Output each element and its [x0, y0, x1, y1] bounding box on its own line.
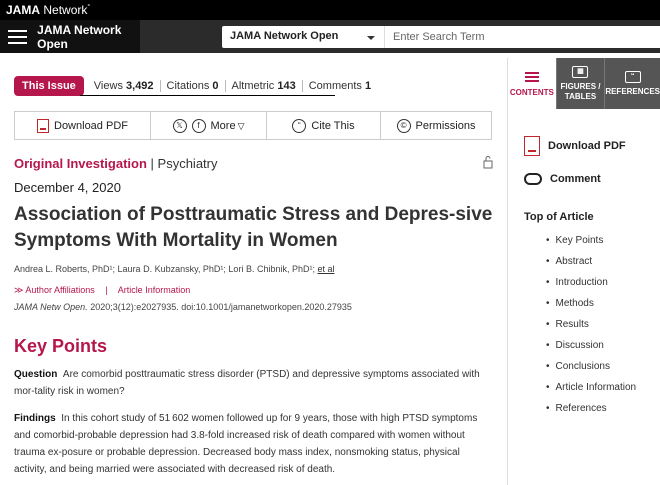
article-kicker: Original Investigation | Psychiatry	[14, 156, 218, 171]
sidebar-download-pdf[interactable]: Download PDF	[524, 136, 626, 156]
main-navbar: JAMA Network Open JAMA Network Open	[0, 20, 660, 53]
comments-metric[interactable]: Comments 1	[301, 80, 377, 92]
pdf-icon	[524, 136, 540, 156]
article-title: Association of Posttraumatic Stress and …	[14, 204, 493, 251]
chevron-down-icon: ▽	[237, 120, 245, 131]
views-metric[interactable]: Views 3,492	[94, 80, 160, 92]
more-button[interactable]: More ▽	[211, 120, 245, 132]
affiliation-links: ≫ Author Affiliations | Article Informat…	[14, 285, 191, 295]
article-type-link[interactable]: Original Investigation	[14, 156, 147, 171]
list-icon	[524, 70, 539, 84]
toc-item-key-points[interactable]: Key Points	[546, 233, 636, 254]
facebook-icon[interactable]: f	[191, 118, 206, 133]
toc-item-methods[interactable]: Methods	[546, 296, 636, 317]
article-metrics: This Issue Views 3,492 Citations 0 Altme…	[14, 76, 377, 96]
toc-heading: Top of Article	[524, 211, 594, 223]
article-information-link[interactable]: Article Information	[118, 285, 191, 295]
publication-date: December 4, 2020	[14, 180, 121, 195]
article-toolbar: Download PDF 𝕏 f More ▽ “ Cite This © Per…	[14, 111, 492, 140]
toc-item-results[interactable]: Results	[546, 317, 636, 338]
citation-line: JAMA Netw Open. 2020;3(12):e2027935. doi…	[14, 302, 352, 312]
cite-this-button[interactable]: “ Cite This	[267, 112, 381, 139]
toc-item-conclusions[interactable]: Conclusions	[546, 359, 636, 380]
quote-icon: “	[292, 118, 307, 133]
citations-metric[interactable]: Citations 0	[159, 80, 225, 92]
sidebar-divider	[507, 58, 508, 485]
sidebar-comment[interactable]: Comment	[524, 173, 601, 185]
altmetric-metric[interactable]: Altmetric 143	[224, 80, 302, 92]
journal-select[interactable]: JAMA Network Open	[222, 26, 384, 48]
this-issue-button[interactable]: This Issue	[14, 76, 84, 96]
journal-logo[interactable]: JAMA Network Open	[37, 23, 140, 51]
toc-item-introduction[interactable]: Introduction	[546, 275, 636, 296]
et-al-link[interactable]: et al	[317, 264, 334, 274]
tab-figures-tables[interactable]: ▦ FIGURES / TABLES	[555, 58, 605, 109]
pdf-icon	[37, 118, 49, 133]
chevron-down-icon	[367, 36, 375, 40]
toc-item-discussion[interactable]: Discussion	[546, 338, 636, 359]
permissions-button[interactable]: © Permissions	[381, 112, 491, 139]
tab-contents[interactable]: CONTENTS	[508, 58, 556, 109]
toc-item-abstract[interactable]: Abstract	[546, 254, 636, 275]
journal-block: JAMA Network Open	[0, 20, 140, 53]
unlock-icon	[483, 156, 493, 169]
tab-references[interactable]: “ REFERENCES	[604, 58, 660, 109]
key-points-question: Question Are comorbid posttraumatic stre…	[14, 369, 480, 397]
key-points-heading: Key Points	[14, 336, 108, 356]
references-icon: “	[624, 70, 641, 83]
sidebar-tabs: CONTENTS ▦ FIGURES / TABLES “ REFERENCES	[508, 58, 660, 109]
figures-icon: ▦	[572, 65, 589, 78]
hamburger-icon[interactable]	[8, 26, 28, 48]
author-list: Andrea L. Roberts, PhD¹; Laura D. Kubzan…	[14, 264, 335, 274]
download-pdf-button[interactable]: Download PDF	[15, 112, 151, 139]
table-of-contents: Key Points Abstract Introduction Methods…	[546, 233, 637, 422]
network-brand-bar: JAMA Network°	[0, 0, 660, 20]
twitter-icon[interactable]: 𝕏	[172, 118, 187, 133]
key-points-findings: Findings In this cohort study of 51 602 …	[14, 413, 478, 475]
network-logo[interactable]: JAMA Network°	[6, 3, 90, 17]
metrics-underline	[80, 95, 335, 96]
search-input[interactable]	[384, 26, 660, 48]
copyright-icon: ©	[396, 118, 411, 133]
comment-icon	[524, 173, 542, 185]
specialty-link[interactable]: Psychiatry	[158, 156, 218, 171]
author-affiliations-link[interactable]: ≫ Author Affiliations	[14, 285, 95, 295]
toc-item-references[interactable]: References	[546, 401, 636, 422]
toc-item-article-information[interactable]: Article Information	[546, 380, 637, 401]
share-group: 𝕏 f More ▽	[151, 112, 267, 139]
